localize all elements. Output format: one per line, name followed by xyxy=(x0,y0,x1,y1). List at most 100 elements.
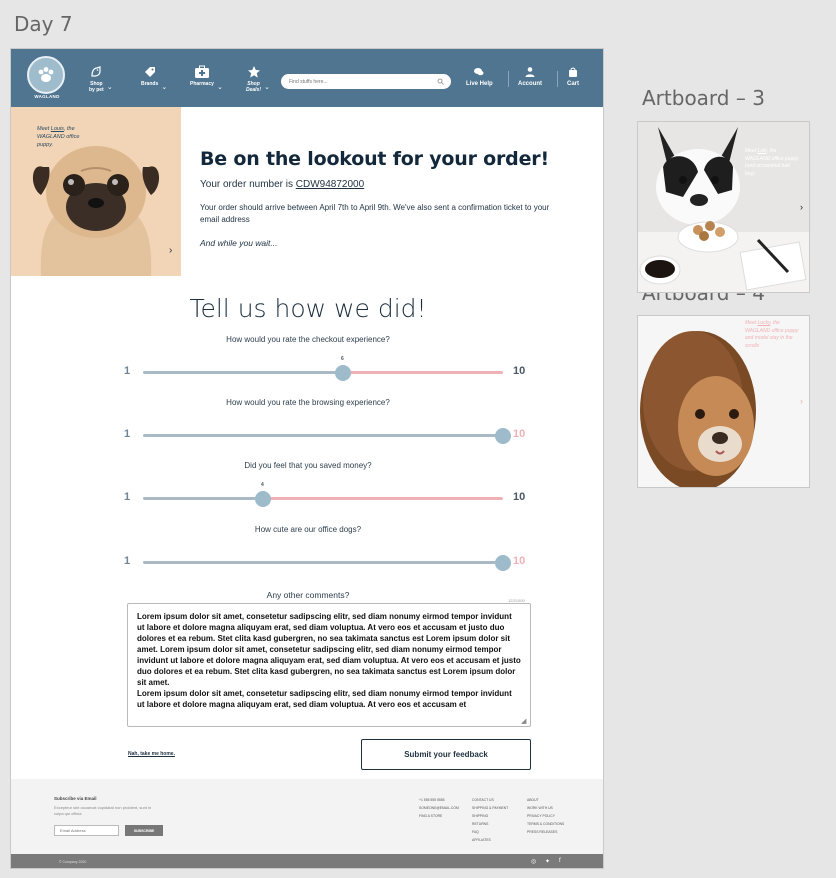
footer-link[interactable]: AFFILIATES xyxy=(472,836,508,844)
slider-track-remaining[interactable] xyxy=(263,497,503,500)
slider-value: 6 xyxy=(341,356,344,362)
carousel-next-icon[interactable]: › xyxy=(800,202,803,212)
question-label: How cute are our office dogs? xyxy=(254,525,362,534)
survey-title: Tell us how we did! xyxy=(189,294,427,323)
artboard-4-caption-name: Lucky xyxy=(757,320,771,326)
twitter-icon[interactable]: ✦ xyxy=(545,858,550,865)
subscribe-text: Excepteur sint occaecat cupidatat non pr… xyxy=(54,805,152,816)
nav-brands[interactable]: Brands ⌄ xyxy=(141,63,167,91)
footer-link[interactable]: ABOUT xyxy=(527,796,564,804)
wait-text: And while you wait... xyxy=(200,238,278,248)
slider-min-label: 1 xyxy=(124,428,131,440)
medical-kit-icon xyxy=(194,65,209,78)
slider-thumb[interactable] xyxy=(495,554,511,571)
slider-max-label: 10 xyxy=(513,555,526,567)
footer-link[interactable]: CONTACT US xyxy=(472,796,508,804)
order-number-prefix: Your order number is xyxy=(200,179,296,190)
logo-text: WAGLAND xyxy=(34,94,60,99)
hero-pug-photo: Meet Louis, the WAGLAND office puppy. › xyxy=(11,107,181,276)
footer-link[interactable]: PRIVACY POLICY xyxy=(527,812,564,820)
slider-min-label: 1 xyxy=(124,555,131,567)
artboard-4-caption-prefix: Meet xyxy=(745,320,758,326)
slider-thumb[interactable] xyxy=(495,427,511,444)
slider-thumb[interactable] xyxy=(335,364,351,381)
tag-icon xyxy=(144,67,155,77)
nav-pharmacy[interactable]: Pharmacy ⌄ xyxy=(190,63,223,91)
email-field[interactable] xyxy=(54,825,119,836)
artboard-3-title: Artboard – 3 xyxy=(642,86,765,110)
carousel-next-icon[interactable]: › xyxy=(169,245,172,256)
user-icon xyxy=(525,67,535,77)
search-bar xyxy=(281,74,451,89)
nav-cart[interactable]: Cart xyxy=(567,63,579,88)
subscribe-button[interactable]: SUBSCRIBE xyxy=(125,825,163,836)
slider-track-filled[interactable] xyxy=(143,434,503,437)
facebook-icon[interactable]: f xyxy=(559,858,561,864)
hero-caption: Meet Louis, the WAGLAND office puppy. xyxy=(37,125,87,149)
footer-col-contact: +1 555 555 5555 SOMEONE@EMAIL.COM FIND A… xyxy=(419,796,459,820)
nav-live-help-label: Live Help xyxy=(466,81,493,87)
instagram-icon[interactable]: ◎ xyxy=(531,858,536,865)
slider-track-filled[interactable] xyxy=(143,371,343,374)
footer-link[interactable]: TERMS & CONDITIONS xyxy=(527,820,564,828)
paw-icon xyxy=(38,67,54,82)
footer-link[interactable]: FAQ xyxy=(472,828,508,836)
subscribe-title: Subscribe via Email xyxy=(54,796,97,801)
resize-handle-icon[interactable]: ◢ xyxy=(521,717,526,725)
nav-divider xyxy=(557,71,558,87)
order-number-link[interactable]: CDW94872000 xyxy=(296,179,364,190)
search-input[interactable] xyxy=(289,76,429,87)
logo[interactable] xyxy=(27,56,65,94)
nav-pharmacy-label: Pharmacy xyxy=(190,81,214,87)
search-icon[interactable] xyxy=(437,78,444,85)
nav-account[interactable]: Account xyxy=(518,63,542,88)
submit-feedback-button[interactable]: Submit your feedback xyxy=(361,739,531,770)
artboard-main: WAGLAND Shop by pet ⌄ Brands ⌄ Pharmacy … xyxy=(10,48,604,869)
hero-caption-prefix: Meet xyxy=(37,126,51,132)
take-me-home-link[interactable]: Nah, take me home. xyxy=(128,751,175,757)
bag-icon xyxy=(569,67,577,77)
nav-shop-deals[interactable]: Shop Deals! ⌄ xyxy=(246,63,270,93)
star-icon xyxy=(247,66,260,78)
slider-track-filled[interactable] xyxy=(143,497,263,500)
artboard-3-preview: Meet Loki, the WAGLAND office puppy (and… xyxy=(637,121,810,293)
comments-textarea[interactable]: Lorem ipsum dolor sit amet, consetetur s… xyxy=(127,603,531,727)
page-title: Be on the lookout for your order! xyxy=(200,148,549,170)
footer-link[interactable]: FIND A STORE xyxy=(419,812,459,820)
footer-bottom-bar: © Company 2020 ◎ ✦ f xyxy=(11,854,603,868)
footer-col-about: ABOUT WORK WITH US PRIVACY POLICY TERMS … xyxy=(527,796,564,836)
footer-link[interactable]: SOMEONE@EMAIL.COM xyxy=(419,804,459,812)
question-label: How would you rate the browsing experien… xyxy=(226,398,390,407)
nav-divider xyxy=(508,71,509,87)
artboard-4-caption: Meet Lucky, the WAGLAND office puppy and… xyxy=(745,320,801,350)
question-label: Did you feel that you saved money? xyxy=(244,461,372,470)
chat-icon xyxy=(474,68,484,76)
artboard-3-caption-name: Loki xyxy=(757,148,767,154)
footer-link[interactable]: PRESS RELEASES xyxy=(527,828,564,836)
slider-max-label: 10 xyxy=(513,365,526,377)
footer-link[interactable]: RETURNS xyxy=(472,820,508,828)
chevron-down-icon: ⌄ xyxy=(106,84,113,91)
question-label: How would you rate the checkout experien… xyxy=(226,335,390,344)
nav-account-label: Account xyxy=(518,81,542,87)
footer-link[interactable]: SHIPPING xyxy=(472,812,508,820)
footer-link[interactable]: WORK WITH US xyxy=(527,804,564,812)
footer-link[interactable]: SHIPPING & PAYMENT xyxy=(472,804,508,812)
chevron-down-icon: ⌄ xyxy=(264,84,271,91)
slider-track-remaining[interactable] xyxy=(343,371,503,374)
slider-thumb[interactable] xyxy=(255,490,271,507)
footer-col-help: CONTACT US SHIPPING & PAYMENT SHIPPING R… xyxy=(472,796,508,844)
carousel-next-icon[interactable]: › xyxy=(800,396,803,406)
arrival-text: Your order should arrive between April 7… xyxy=(200,203,550,224)
hero-caption-name: Louis xyxy=(50,126,64,132)
slider-track-filled[interactable] xyxy=(143,561,503,564)
pet-icon xyxy=(91,66,101,77)
nav-shop-by-pet[interactable]: Shop by pet ⌄ xyxy=(89,63,113,93)
nav-shop-deals-label: Shop Deals! xyxy=(246,81,262,93)
nav-live-help[interactable]: Live Help xyxy=(466,63,493,88)
slider-max-label: 10 xyxy=(513,491,526,503)
artboard-3-caption-prefix: Meet xyxy=(745,148,758,154)
footer-link[interactable]: +1 555 555 5555 xyxy=(419,796,459,804)
slider-min-label: 1 xyxy=(124,491,131,503)
nav-cart-label: Cart xyxy=(567,81,580,87)
